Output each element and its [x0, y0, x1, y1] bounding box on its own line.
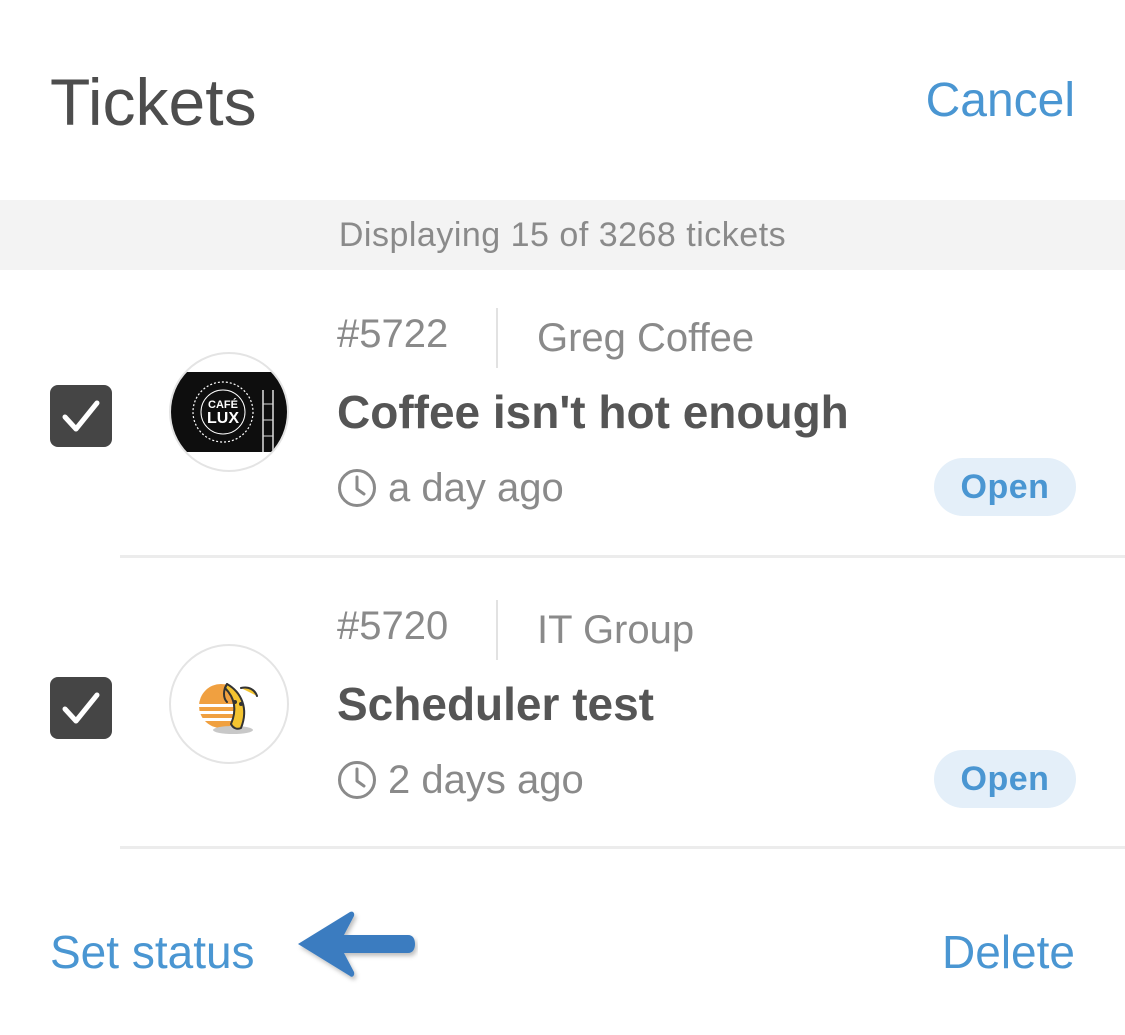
ticket-row[interactable]: CAFÉ LUX #5722 Greg Coffee Coffee isn't … [0, 270, 1125, 560]
checkmark-icon [62, 400, 100, 432]
checkmark-icon [62, 692, 100, 724]
clock-icon [338, 761, 376, 799]
ticket-row[interactable]: #5720 IT Group Scheduler test 2 days ago… [0, 562, 1125, 852]
cancel-button[interactable]: Cancel [926, 72, 1075, 130]
arrow-pointing-left-icon [298, 911, 415, 977]
logo-text-lux: LUX [207, 410, 239, 427]
clock-icon [338, 469, 376, 507]
separator [496, 600, 498, 660]
status-badge: Open [934, 458, 1076, 516]
page-title: Tickets [50, 65, 257, 139]
divider [120, 555, 1125, 558]
ticket-subject[interactable]: Coffee isn't hot enough [337, 384, 849, 440]
ticket-number: #5722 [337, 312, 449, 356]
cafe-lux-logo-icon: CAFÉ LUX [171, 372, 287, 452]
avatar: CAFÉ LUX [169, 352, 289, 472]
avatar [169, 644, 289, 764]
delete-button[interactable]: Delete [942, 924, 1075, 980]
time-ago-text: 2 days ago [388, 758, 584, 802]
ticket-count-bar: Displaying 15 of 3268 tickets [0, 200, 1125, 270]
banana-sunset-logo-icon [199, 683, 258, 734]
separator [496, 308, 498, 368]
set-status-button[interactable]: Set status [50, 924, 255, 980]
time-ago-text: a day ago [388, 466, 564, 510]
requester-name: IT Group [537, 608, 695, 652]
bottom-toolbar: Set status Delete [0, 860, 1125, 1035]
ticket-number: #5720 [337, 604, 449, 648]
header: Tickets Cancel [0, 0, 1125, 200]
ticket-subject[interactable]: Scheduler test [337, 676, 654, 732]
status-badge: Open [934, 750, 1076, 808]
requester-name: Greg Coffee [537, 316, 755, 360]
select-checkbox[interactable] [50, 677, 112, 739]
divider [120, 846, 1125, 849]
select-checkbox[interactable] [50, 385, 112, 447]
